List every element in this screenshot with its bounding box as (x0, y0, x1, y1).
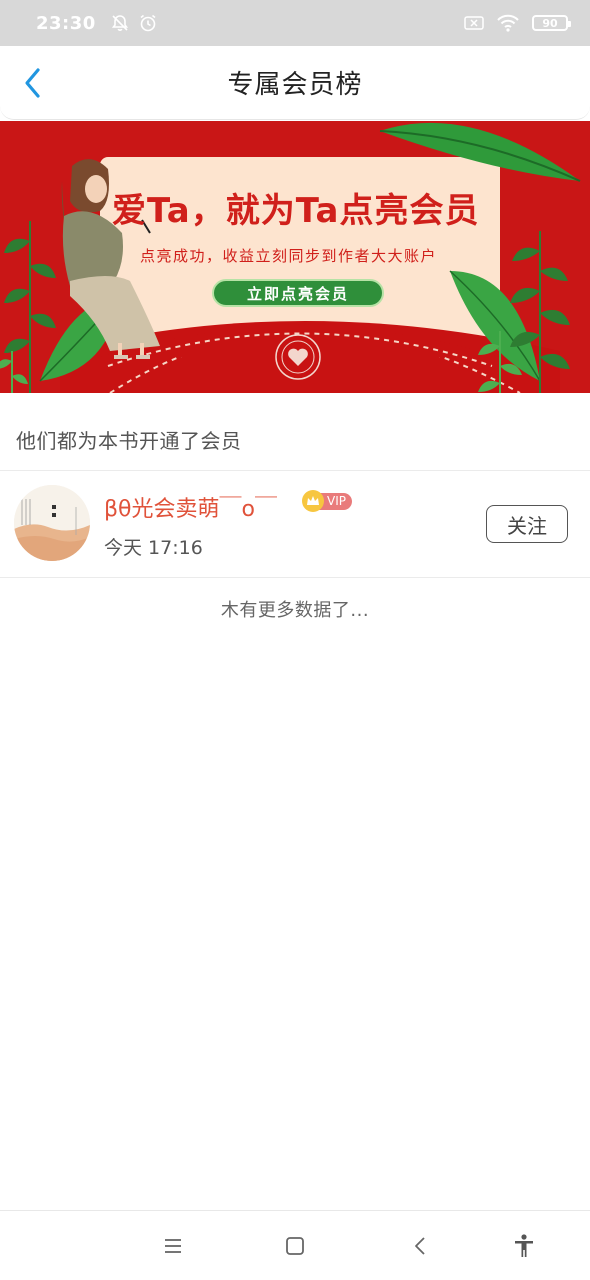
avatar[interactable] (14, 485, 90, 561)
status-right-icons: 90 (464, 14, 571, 32)
accessibility-icon (515, 1234, 533, 1257)
battery-level: 90 (542, 16, 558, 30)
home-square-icon (286, 1237, 304, 1255)
status-bar: 23:30 90 (0, 0, 590, 46)
screen: 23:30 90 专属会员榜 爱Ta，就为Ta点亮会员 点亮成功，收益立刻同步到… (0, 0, 590, 1280)
promo-banner[interactable]: 爱Ta，就为Ta点亮会员 点亮成功，收益立刻同步到作者大大账户 立即点亮会员 (0, 121, 590, 393)
accessibility-button[interactable] (509, 1231, 539, 1261)
member-name[interactable]: βθ光会卖萌￣o￣ (104, 491, 277, 523)
page-title: 专属会员榜 (227, 70, 363, 100)
vip-badge: VIP (302, 490, 352, 512)
follow-button[interactable]: 关注 (486, 505, 568, 543)
menu-icon (165, 1239, 181, 1253)
member-list-item[interactable]: βθ光会卖萌￣o￣ VIP 今天 17:16 关注 (0, 471, 590, 577)
member-join-time: 今天 17:16 (104, 537, 203, 559)
alarm-icon (138, 13, 158, 33)
battery-icon: 90 (532, 15, 571, 31)
wifi-icon (496, 14, 520, 32)
crown-icon (302, 490, 324, 512)
no-sim-icon (464, 15, 484, 31)
row-divider (0, 577, 590, 578)
avatar-image (14, 485, 90, 561)
status-time: 23:30 (36, 12, 96, 34)
back-triangle-icon (415, 1237, 425, 1255)
status-left-icons (110, 13, 158, 33)
back-button[interactable] (16, 66, 50, 100)
banner-subtext: 点亮成功，收益立刻同步到作者大大账户 (140, 247, 438, 265)
system-back-button[interactable] (405, 1231, 435, 1261)
home-button[interactable] (280, 1231, 310, 1261)
menu-button[interactable] (158, 1231, 188, 1261)
app-header: 专属会员榜 (0, 46, 590, 120)
light-up-membership-button[interactable]: 立即点亮会员 (212, 279, 384, 307)
section-title: 他们都为本书开通了会员 (16, 429, 242, 453)
list-end-message: 木有更多数据了... (220, 600, 370, 621)
system-nav-bar (0, 1210, 590, 1280)
chevron-left-icon (25, 68, 40, 98)
bell-off-icon (110, 13, 130, 33)
banner-headline: 爱Ta，就为Ta点亮会员 (112, 191, 480, 231)
